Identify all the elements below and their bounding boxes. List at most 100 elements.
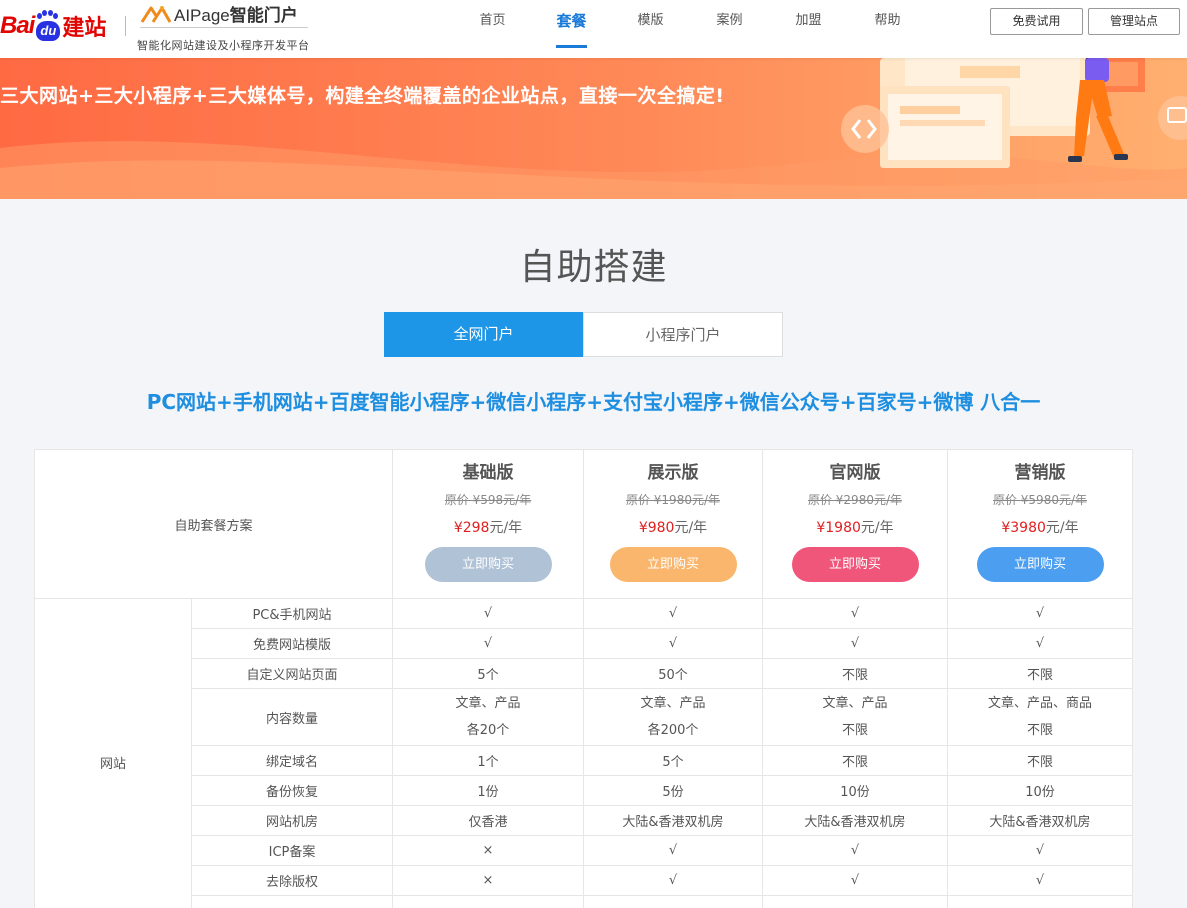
feature-value: × <box>392 835 584 866</box>
table-row: 网站机房 仅香港 大陆&香港双机房 大陆&香港双机房 大陆&香港双机房 <box>35 805 1133 836</box>
table-row: 网站 PC&手机网站 √ √ √ √ <box>34 598 1133 908</box>
tab-miniprogram-portal[interactable]: 小程序门户 <box>583 312 783 357</box>
buy-showcase-button[interactable]: 立即购买 <box>609 547 737 582</box>
feature-value: 文章、产品 不限 <box>762 688 948 746</box>
feature-label: PC&手机网站 <box>191 598 393 629</box>
feature-value: 5个 <box>583 745 763 776</box>
buy-basic-button[interactable]: 立即购买 <box>424 547 552 582</box>
feature-value <box>762 895 948 908</box>
aipage-logo-icon <box>140 6 172 23</box>
plan-price: ¥298元/年 <box>453 520 523 536</box>
feature-value: √ <box>583 628 763 659</box>
feature-label <box>191 895 393 908</box>
plan-header-label: 自助套餐方案 <box>34 449 393 599</box>
baidu-logo-jianzhan: 建站 <box>62 16 107 41</box>
feature-value: √ <box>947 835 1133 866</box>
feature-value: 5份 <box>583 775 763 806</box>
aipage-logo-underline <box>140 27 308 28</box>
feature-value: 文章、产品 各200个 <box>583 688 763 746</box>
feature-value: 1个 <box>392 745 584 776</box>
baidu-paw-icon: du <box>35 10 61 42</box>
plan-price: ¥1980元/年 <box>816 520 894 536</box>
original-price: 原价 ¥1980元/年 <box>625 493 721 507</box>
plan-price: ¥980元/年 <box>638 520 708 536</box>
feature-value: √ <box>583 598 763 629</box>
feature-value: √ <box>583 865 763 896</box>
feature-value: √ <box>762 628 948 659</box>
feature-value: √ <box>392 598 584 629</box>
plan-basic: 基础版 原价 ¥598元/年 ¥298元/年 立即购买 <box>392 449 584 599</box>
feature-value: 大陆&香港双机房 <box>947 805 1133 836</box>
eight-in-one-slogan: PC网站+手机网站+百度智能小程序+微信小程序+支付宝小程序+微信公众号+百家号… <box>146 390 1041 414</box>
aipage-slogan: 智能化网站建设及小程序开发平台 <box>137 39 310 52</box>
feature-value: 文章、产品、商品 不限 <box>947 688 1133 746</box>
feature-label: 内容数量 <box>191 688 393 746</box>
feature-value: 不限 <box>947 745 1133 776</box>
baidu-logo-du: du <box>36 21 61 41</box>
feature-value: √ <box>762 865 948 896</box>
banner-illustration <box>0 58 1187 199</box>
baidu-jianzhan-logo[interactable]: Bai du 建站 <box>0 8 106 44</box>
group-label-website: 网站 <box>34 598 192 908</box>
aipage-logo-name: AIPage智能门户 <box>174 5 298 26</box>
buy-marketing-button[interactable]: 立即购买 <box>976 547 1104 582</box>
original-price: 原价 ¥2980元/年 <box>807 493 903 507</box>
feature-label: 备份恢复 <box>191 775 393 806</box>
buy-official-button[interactable]: 立即购买 <box>791 547 919 582</box>
tab-full-portal[interactable]: 全网门户 <box>384 312 583 357</box>
plan-marketing: 营销版 原价 ¥5980元/年 ¥3980元/年 立即购买 <box>947 449 1133 599</box>
table-row: 自定义网站页面 5个 50个 不限 不限 <box>35 658 1133 689</box>
table-row: 内容数量 文章、产品 各20个 文章、产品 各200个 文章、产品 不限 文章、产品、… <box>35 688 1133 746</box>
feature-value: √ <box>583 835 763 866</box>
original-price: 原价 ¥5980元/年 <box>992 493 1088 507</box>
feature-value: 不限 <box>762 745 948 776</box>
table-row-cut-off <box>35 895 1133 908</box>
banner-headline: 三大网站+三大小程序+三大媒体号，构建全终端覆盖的企业站点，直接一次全搞定! <box>0 85 725 107</box>
feature-value <box>392 895 584 908</box>
feature-value: 文章、产品 各20个 <box>392 688 584 746</box>
feature-value: 大陆&香港双机房 <box>762 805 948 836</box>
nav-item-home[interactable]: 首页 <box>453 0 532 58</box>
package-tabs: 全网门户 小程序门户 <box>384 312 783 357</box>
plan-official: 官网版 原价 ¥2980元/年 ¥1980元/年 立即购买 <box>762 449 948 599</box>
nav-item-packages[interactable]: 套餐 <box>532 0 611 58</box>
feature-value <box>947 895 1133 908</box>
nav-item-help[interactable]: 帮助 <box>848 0 927 58</box>
feature-label: 去除版权 <box>191 865 393 896</box>
plan-name: 营销版 <box>1014 463 1066 483</box>
feature-value: √ <box>947 598 1133 629</box>
top-header: Bai du 建站 AIPage智能门户 智能化网站建设及小程序开发平台 首页 <box>0 0 1187 58</box>
feature-value <box>583 895 763 908</box>
feature-label: 绑定域名 <box>191 745 393 776</box>
table-row: 绑定域名 1个 5个 不限 不限 <box>35 745 1133 776</box>
feature-value: √ <box>762 598 948 629</box>
nav-item-cases[interactable]: 案例 <box>690 0 769 58</box>
feature-value: 1份 <box>392 775 584 806</box>
feature-value: √ <box>947 865 1133 896</box>
feature-value: 10份 <box>762 775 948 806</box>
feature-value: × <box>392 865 584 896</box>
feature-value: 大陆&香港双机房 <box>583 805 763 836</box>
feature-value: √ <box>947 628 1133 659</box>
section-title: 自助搭建 <box>519 247 668 288</box>
logo-divider <box>125 16 126 36</box>
plan-name: 官网版 <box>829 463 881 483</box>
feature-value: 不限 <box>947 658 1133 689</box>
feature-label: 网站机房 <box>191 805 393 836</box>
table-row: 免费网站模版 √ √ √ √ <box>35 628 1133 659</box>
feature-value: 5个 <box>392 658 584 689</box>
feature-value: 50个 <box>583 658 763 689</box>
feature-value: √ <box>762 835 948 866</box>
plan-name: 展示版 <box>647 463 699 483</box>
feature-label: 自定义网站页面 <box>191 658 393 689</box>
plan-header-row: 自助套餐方案 基础版 原价 ¥598元/年 ¥298元/年 立即购买 展示版 原… <box>34 449 1133 599</box>
original-price: 原价 ¥598元/年 <box>444 493 532 507</box>
nav-item-templates[interactable]: 模版 <box>611 0 690 58</box>
manage-site-button[interactable]: 管理站点 <box>1088 8 1180 35</box>
feature-value: 10份 <box>947 775 1133 806</box>
nav-item-franchise[interactable]: 加盟 <box>769 0 848 58</box>
main-nav: 首页 套餐 模版 案例 加盟 帮助 <box>453 0 927 58</box>
free-trial-button[interactable]: 免费试用 <box>990 8 1083 35</box>
aipage-logo[interactable]: AIPage智能门户 智能化网站建设及小程序开发平台 <box>137 0 309 53</box>
hero-banner: 三大网站+三大小程序+三大媒体号，构建全终端覆盖的企业站点，直接一次全搞定! <box>0 58 1187 199</box>
